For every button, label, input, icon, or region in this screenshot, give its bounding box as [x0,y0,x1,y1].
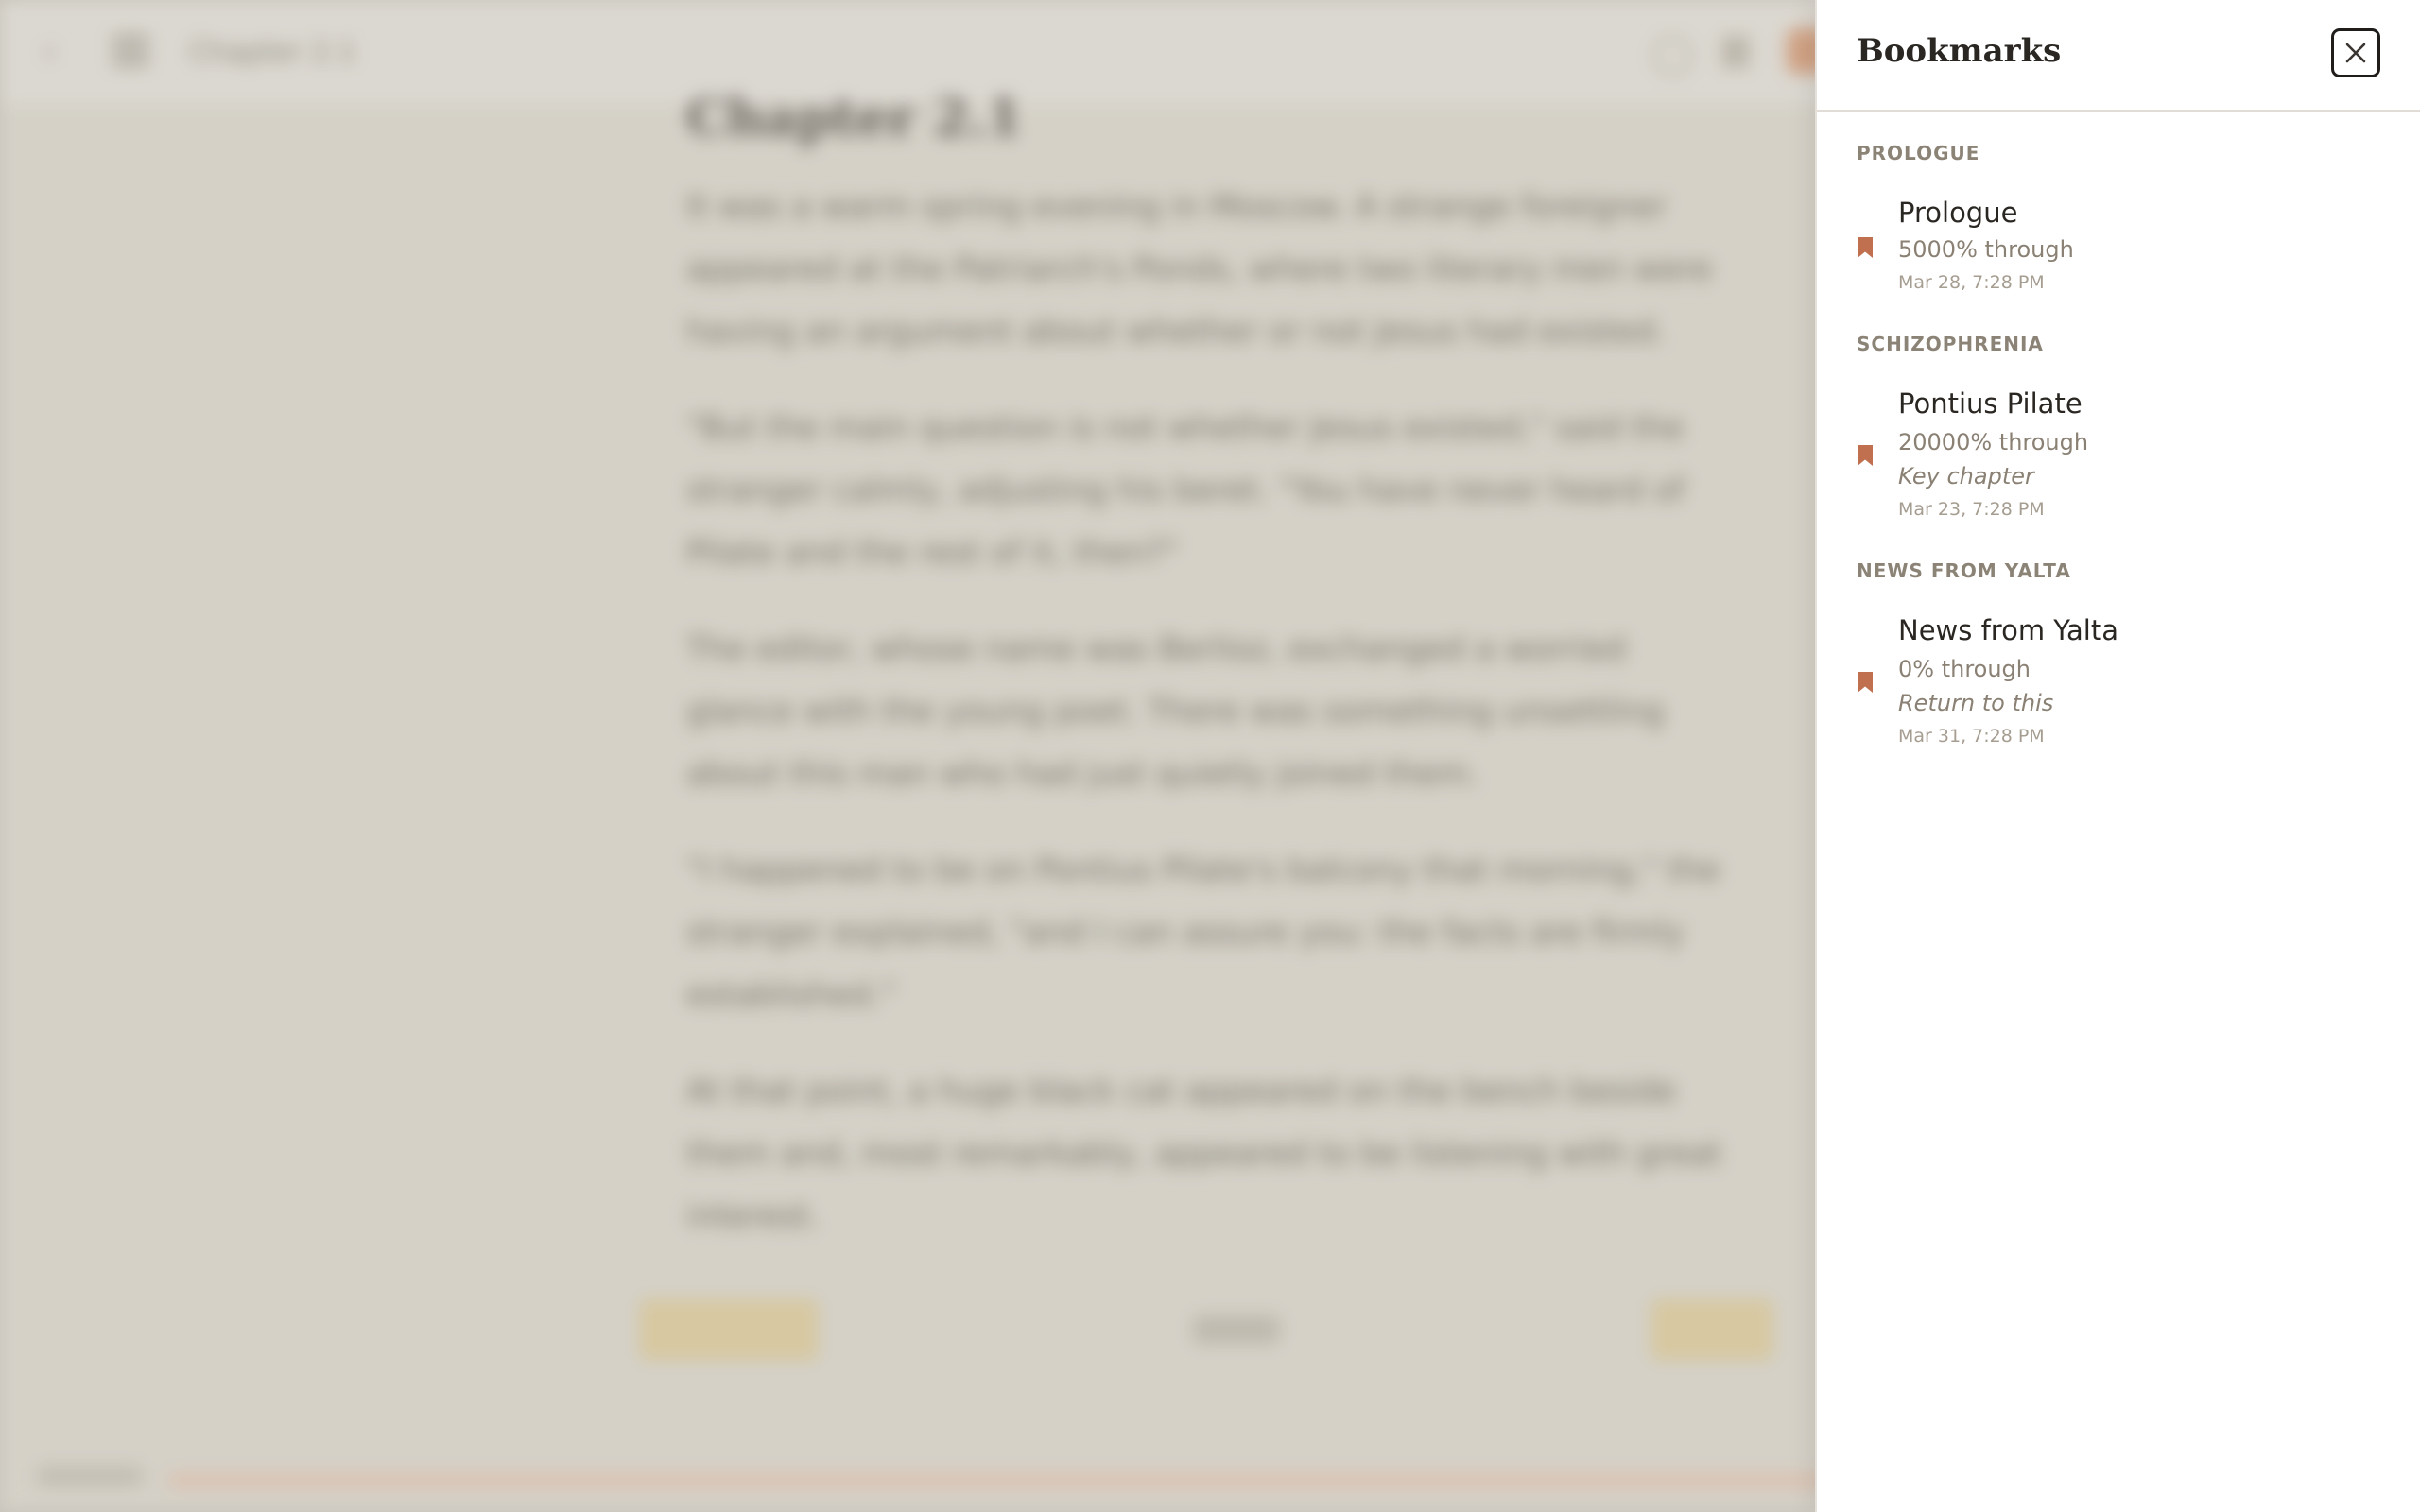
bookmark-group-label: PROLOGUE [1857,142,1980,164]
close-button[interactable] [2331,28,2380,77]
bookmark-group-label: NEWS FROM YALTA [1857,559,2071,582]
bookmark-date: Mar 28, 7:28 PM [1898,272,2045,293]
bookmark-icon [1858,237,1873,258]
bookmark-group-label: SCHIZOPHRENIA [1857,333,2044,355]
bookmark-title: Prologue [1898,197,2018,229]
bookmark-title: News from Yalta [1898,614,2118,646]
drawer-title: Bookmarks [1857,32,2062,70]
bookmark-note: Key chapter [1898,463,2034,490]
bookmark-date: Mar 31, 7:28 PM [1898,726,2045,747]
bookmark-icon [1858,672,1873,693]
bookmark-date: Mar 23, 7:28 PM [1898,499,2045,520]
bookmark-title: Pontius Pilate [1898,387,2083,420]
bookmark-progress: 0% through [1898,656,2031,682]
bookmark-item[interactable]: News from Yalta 0% through Return to thi… [1817,605,2420,764]
bookmark-note: Return to this [1898,690,2054,716]
drawer-header: Bookmarks [1817,0,2420,112]
bookmarks-drawer: Bookmarks PROLOGUE Prologue 5000% throug… [1815,0,2420,1512]
bookmark-item[interactable]: Prologue 5000% through Mar 28, 7:28 PM [1817,185,2420,306]
bookmark-progress: 20000% through [1898,429,2089,455]
drawer-scrim[interactable] [0,0,1815,1512]
bookmark-item[interactable]: Pontius Pilate 20000% through Key chapte… [1817,378,2420,537]
bookmark-progress: 5000% through [1898,236,2074,263]
close-icon [2345,43,2366,63]
bookmark-icon [1858,445,1873,466]
